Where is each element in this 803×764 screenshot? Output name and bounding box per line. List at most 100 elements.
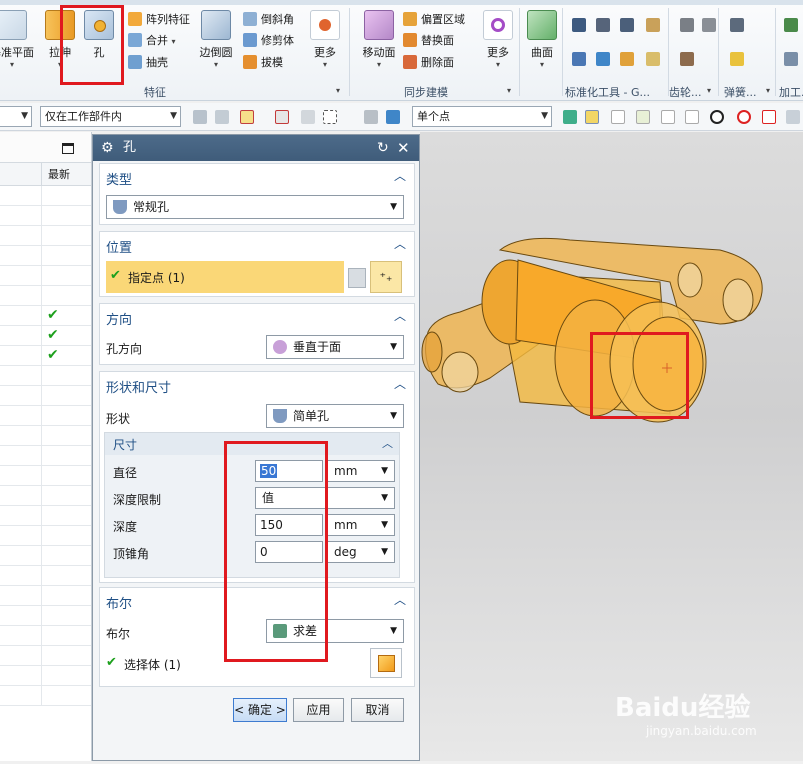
navigator-row[interactable] <box>0 566 91 586</box>
chamfer-button[interactable]: 倒斜角 <box>243 11 294 29</box>
select-body-button[interactable] <box>370 648 402 678</box>
unite-button[interactable]: 合并 ▾ <box>128 32 176 50</box>
move-face-button[interactable]: 移动面 ▾ <box>353 10 405 69</box>
depth-unit-select[interactable]: mm ▼ <box>327 514 395 536</box>
point-dialog-icon[interactable]: ⁺₊ <box>370 261 402 293</box>
surface-dropdown-icon[interactable]: ▾ <box>516 60 568 69</box>
move-face-dropdown-icon[interactable]: ▾ <box>353 60 405 69</box>
collapse-icon[interactable]: ︿ <box>382 435 393 451</box>
navigator-row[interactable] <box>0 586 91 606</box>
cancel-button[interactable]: 取消 <box>351 698 404 722</box>
form-section-header[interactable]: 形状和尺寸 <box>106 377 171 396</box>
navigator-row[interactable] <box>0 386 91 406</box>
sketch-section-icon[interactable] <box>348 268 366 288</box>
unite-dropdown-icon[interactable]: ▾ <box>172 37 176 46</box>
std-tool-8-icon[interactable] <box>646 52 660 66</box>
delete-face-button[interactable]: 删除面 <box>403 54 454 72</box>
collapse-icon[interactable]: ︿ <box>394 591 406 608</box>
endpoint-snap-icon[interactable] <box>611 110 625 124</box>
close-icon[interactable]: ✕ <box>397 135 410 161</box>
replace-face-button[interactable]: 替换面 <box>403 32 454 50</box>
selection-scope-select[interactable]: 仅在工作部件内 ▼ <box>40 106 181 127</box>
gear-group-expand-icon[interactable]: ▾ <box>707 86 711 95</box>
std-tool-4-icon[interactable] <box>646 18 660 32</box>
shell-button[interactable]: 抽壳 <box>128 54 168 72</box>
surface-button[interactable]: 曲面 ▾ <box>516 10 568 69</box>
midpoint-snap-icon[interactable] <box>636 110 650 124</box>
navigator-row[interactable] <box>0 266 91 286</box>
std-tool-7-icon[interactable] <box>620 52 634 66</box>
navigator-row[interactable] <box>0 646 91 666</box>
snap-point-icon[interactable] <box>275 110 289 124</box>
curve-snap-icon[interactable] <box>661 110 675 124</box>
collapse-icon[interactable]: ︿ <box>394 375 406 392</box>
intersection-snap-icon[interactable] <box>685 110 699 124</box>
std-tool-3-icon[interactable] <box>620 18 634 32</box>
filter-tool-1-icon[interactable] <box>193 110 207 124</box>
sync-group-expand-icon[interactable]: ▾ <box>507 86 511 95</box>
spring-tool-2-icon[interactable] <box>730 52 744 66</box>
apply-button[interactable]: 应用 <box>293 698 344 722</box>
type-filter-select[interactable]: ▼ <box>0 106 32 127</box>
navigator-row[interactable] <box>0 186 91 206</box>
navigator-row[interactable] <box>0 546 91 566</box>
ok-button[interactable]: < 确定 > <box>233 698 287 722</box>
more-feature-dropdown-icon[interactable]: ▾ <box>299 60 351 69</box>
datum-plane-dropdown-icon[interactable]: ▾ <box>0 60 38 69</box>
navigator-row[interactable] <box>0 626 91 646</box>
navigator-row[interactable] <box>0 446 91 466</box>
navigator-row[interactable] <box>0 606 91 626</box>
maximize-icon[interactable] <box>62 143 74 154</box>
reset-icon[interactable]: ↻ <box>377 135 389 161</box>
navigator-row[interactable] <box>0 466 91 486</box>
select-body-label[interactable]: 选择体 (1) <box>124 656 181 673</box>
collapse-icon[interactable]: ︿ <box>394 235 406 252</box>
latest-column-header[interactable]: 最新 <box>41 163 92 186</box>
pattern-feature-button[interactable]: 阵列特征 <box>128 11 190 29</box>
arrow-right-icon[interactable] <box>563 110 577 124</box>
std-tool-6-icon[interactable] <box>596 52 610 66</box>
existing-point-snap-icon[interactable] <box>762 110 776 124</box>
shape-select[interactable]: 简单孔 ▼ <box>266 404 404 428</box>
center-snap-icon[interactable] <box>710 110 724 124</box>
draft-button[interactable]: 拔模 <box>243 54 283 72</box>
navigator-row[interactable] <box>0 406 91 426</box>
quadrant-snap-icon[interactable] <box>737 110 751 124</box>
navigator-row[interactable] <box>0 526 91 546</box>
graphics-viewport[interactable] <box>420 132 803 761</box>
gear-tool-3-icon[interactable] <box>680 52 694 66</box>
navigator-row[interactable] <box>0 226 91 246</box>
feature-group-expand-icon[interactable]: ▾ <box>336 86 340 95</box>
machining-tool-2-icon[interactable] <box>784 52 798 66</box>
dimensions-label[interactable]: 尺寸 <box>113 436 137 453</box>
point-snap-icon[interactable] <box>585 110 599 124</box>
direction-section-header[interactable]: 方向 <box>106 309 132 328</box>
navigator-row[interactable] <box>0 686 91 706</box>
collapse-icon[interactable]: ︿ <box>394 307 406 324</box>
type-section-header[interactable]: 类型 <box>106 169 132 188</box>
view-tool-1-icon[interactable] <box>364 110 378 124</box>
datum-plane-button[interactable]: 基准平面 ▾ <box>0 10 38 69</box>
specify-point-row[interactable]: ✔ 指定点 (1) <box>106 261 344 293</box>
snap-mode-select[interactable]: 单个点 ▼ <box>412 106 552 127</box>
snap-add-icon[interactable] <box>240 110 254 124</box>
offset-region-button[interactable]: 偏置区域 <box>403 11 465 29</box>
tip-angle-unit-select[interactable]: deg ▼ <box>327 541 395 563</box>
view-tool-2-icon[interactable] <box>386 110 400 124</box>
navigator-row[interactable] <box>0 246 91 266</box>
hole-type-select[interactable]: 常规孔 ▼ <box>106 195 404 219</box>
navigator-row[interactable]: ✔ <box>0 326 91 346</box>
more-snap-icon[interactable] <box>786 110 800 124</box>
spring-tool-1-icon[interactable] <box>730 18 744 32</box>
std-tool-1-icon[interactable] <box>572 18 586 32</box>
navigator-row[interactable] <box>0 206 91 226</box>
filter-tool-2-icon[interactable] <box>215 110 229 124</box>
navigator-row[interactable] <box>0 366 91 386</box>
filter-tool-3-icon[interactable] <box>301 110 315 124</box>
diameter-unit-select[interactable]: mm ▼ <box>327 460 395 482</box>
gear-icon[interactable]: ⚙ <box>101 135 114 161</box>
edge-blend-button[interactable]: 边倒圆 ▾ <box>190 10 242 69</box>
edge-blend-dropdown-icon[interactable]: ▾ <box>190 60 242 69</box>
navigator-row[interactable] <box>0 506 91 526</box>
part-model[interactable] <box>420 132 803 761</box>
